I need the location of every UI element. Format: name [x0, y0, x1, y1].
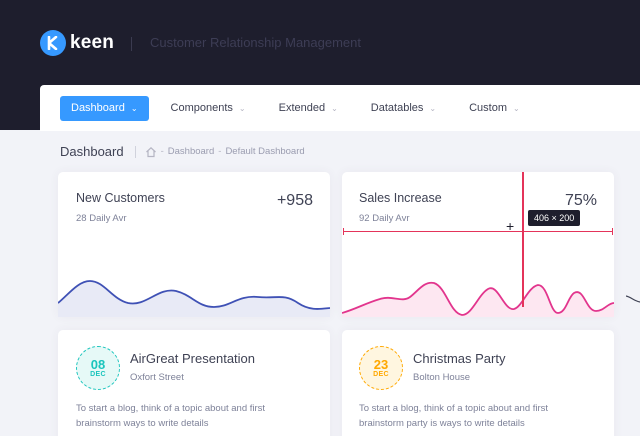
page-title: Dashboard [60, 144, 124, 159]
nav-label: Extended [278, 102, 326, 114]
nav-components[interactable]: Components ⌄ [160, 96, 257, 121]
stat-title: New Customers [76, 191, 165, 205]
date-day: 08 [90, 357, 106, 372]
stat-description: 92 Daily Avr [359, 213, 410, 224]
date-badge: 08 DEC [76, 346, 120, 390]
app-title: Customer Relationship Management [150, 35, 361, 50]
date-day: 23 [373, 357, 389, 372]
measure-guide-horizontal [343, 228, 613, 235]
breadcrumb-dashboard[interactable]: Dashboard [168, 146, 214, 157]
breadcrumb-separator: - [160, 146, 164, 157]
sparkline-chart [342, 281, 614, 317]
offscreen-card-edge [626, 295, 640, 303]
nav-datatables[interactable]: Datatables ⌄ [360, 96, 447, 121]
stat-description: 28 Daily Avr [76, 213, 127, 224]
nav-label: Dashboard [71, 102, 125, 114]
stat-card-sales-increase: Sales Increase 92 Daily Avr 75% [342, 172, 614, 317]
nav-label: Datatables [370, 102, 424, 114]
stat-value: +958 [276, 192, 313, 209]
event-card-airgreat[interactable]: 08 DEC AirGreat Presentation Oxfort Stre… [58, 330, 330, 436]
nav-label: Components [170, 102, 233, 114]
sparkline-chart [58, 280, 330, 317]
logo[interactable]: keen [40, 30, 114, 56]
chevron-down-icon: ⌄ [331, 103, 338, 113]
crosshair-icon: + [506, 218, 515, 234]
chevron-down-icon: ⌄ [130, 103, 138, 113]
nav-extended[interactable]: Extended ⌄ [268, 96, 349, 121]
date-month: DEC [373, 371, 389, 378]
nav-custom[interactable]: Custom ⌄ [458, 96, 531, 121]
main-navbar: Dashboard ⌄ Components ⌄ Extended ⌄ Data… [40, 85, 640, 131]
event-title[interactable]: Christmas Party [413, 351, 505, 366]
date-month: DEC [90, 371, 106, 378]
event-title[interactable]: AirGreat Presentation [130, 351, 255, 366]
header-divider [131, 37, 132, 51]
measure-guide-vertical [522, 172, 524, 307]
chevron-down-icon: ⌄ [429, 103, 437, 113]
breadcrumb-default-dashboard[interactable]: Default Dashboard [225, 146, 304, 157]
stat-card-new-customers: New Customers 28 Daily Avr +958 [58, 172, 330, 317]
subheader-divider [134, 145, 136, 158]
event-place: Oxfort Street [130, 372, 184, 383]
nav-label: Custom [469, 102, 507, 114]
event-description: To start a blog, think of a topic about … [359, 403, 549, 429]
logo-text: keen [70, 32, 115, 53]
date-badge: 23 DEC [359, 346, 403, 390]
event-description: To start a blog, think of a topic about … [76, 403, 266, 429]
home-icon[interactable] [145, 146, 157, 158]
chevron-down-icon: ⌄ [513, 103, 520, 113]
size-tooltip: 406 × 200 [528, 210, 581, 226]
subheader: Dashboard - Dashboard - Default Dashboar… [60, 144, 305, 159]
chevron-down-icon: ⌄ [238, 103, 246, 113]
stat-title: Sales Increase [359, 191, 442, 205]
stat-value: 75% [564, 192, 597, 209]
event-card-christmas-party[interactable]: 23 DEC Christmas Party Bolton House To s… [342, 330, 614, 436]
event-place: Bolton House [413, 372, 471, 383]
nav-dashboard[interactable]: Dashboard ⌄ [60, 95, 149, 121]
breadcrumb-separator: - [218, 146, 222, 157]
keen-logo-icon [40, 30, 66, 56]
